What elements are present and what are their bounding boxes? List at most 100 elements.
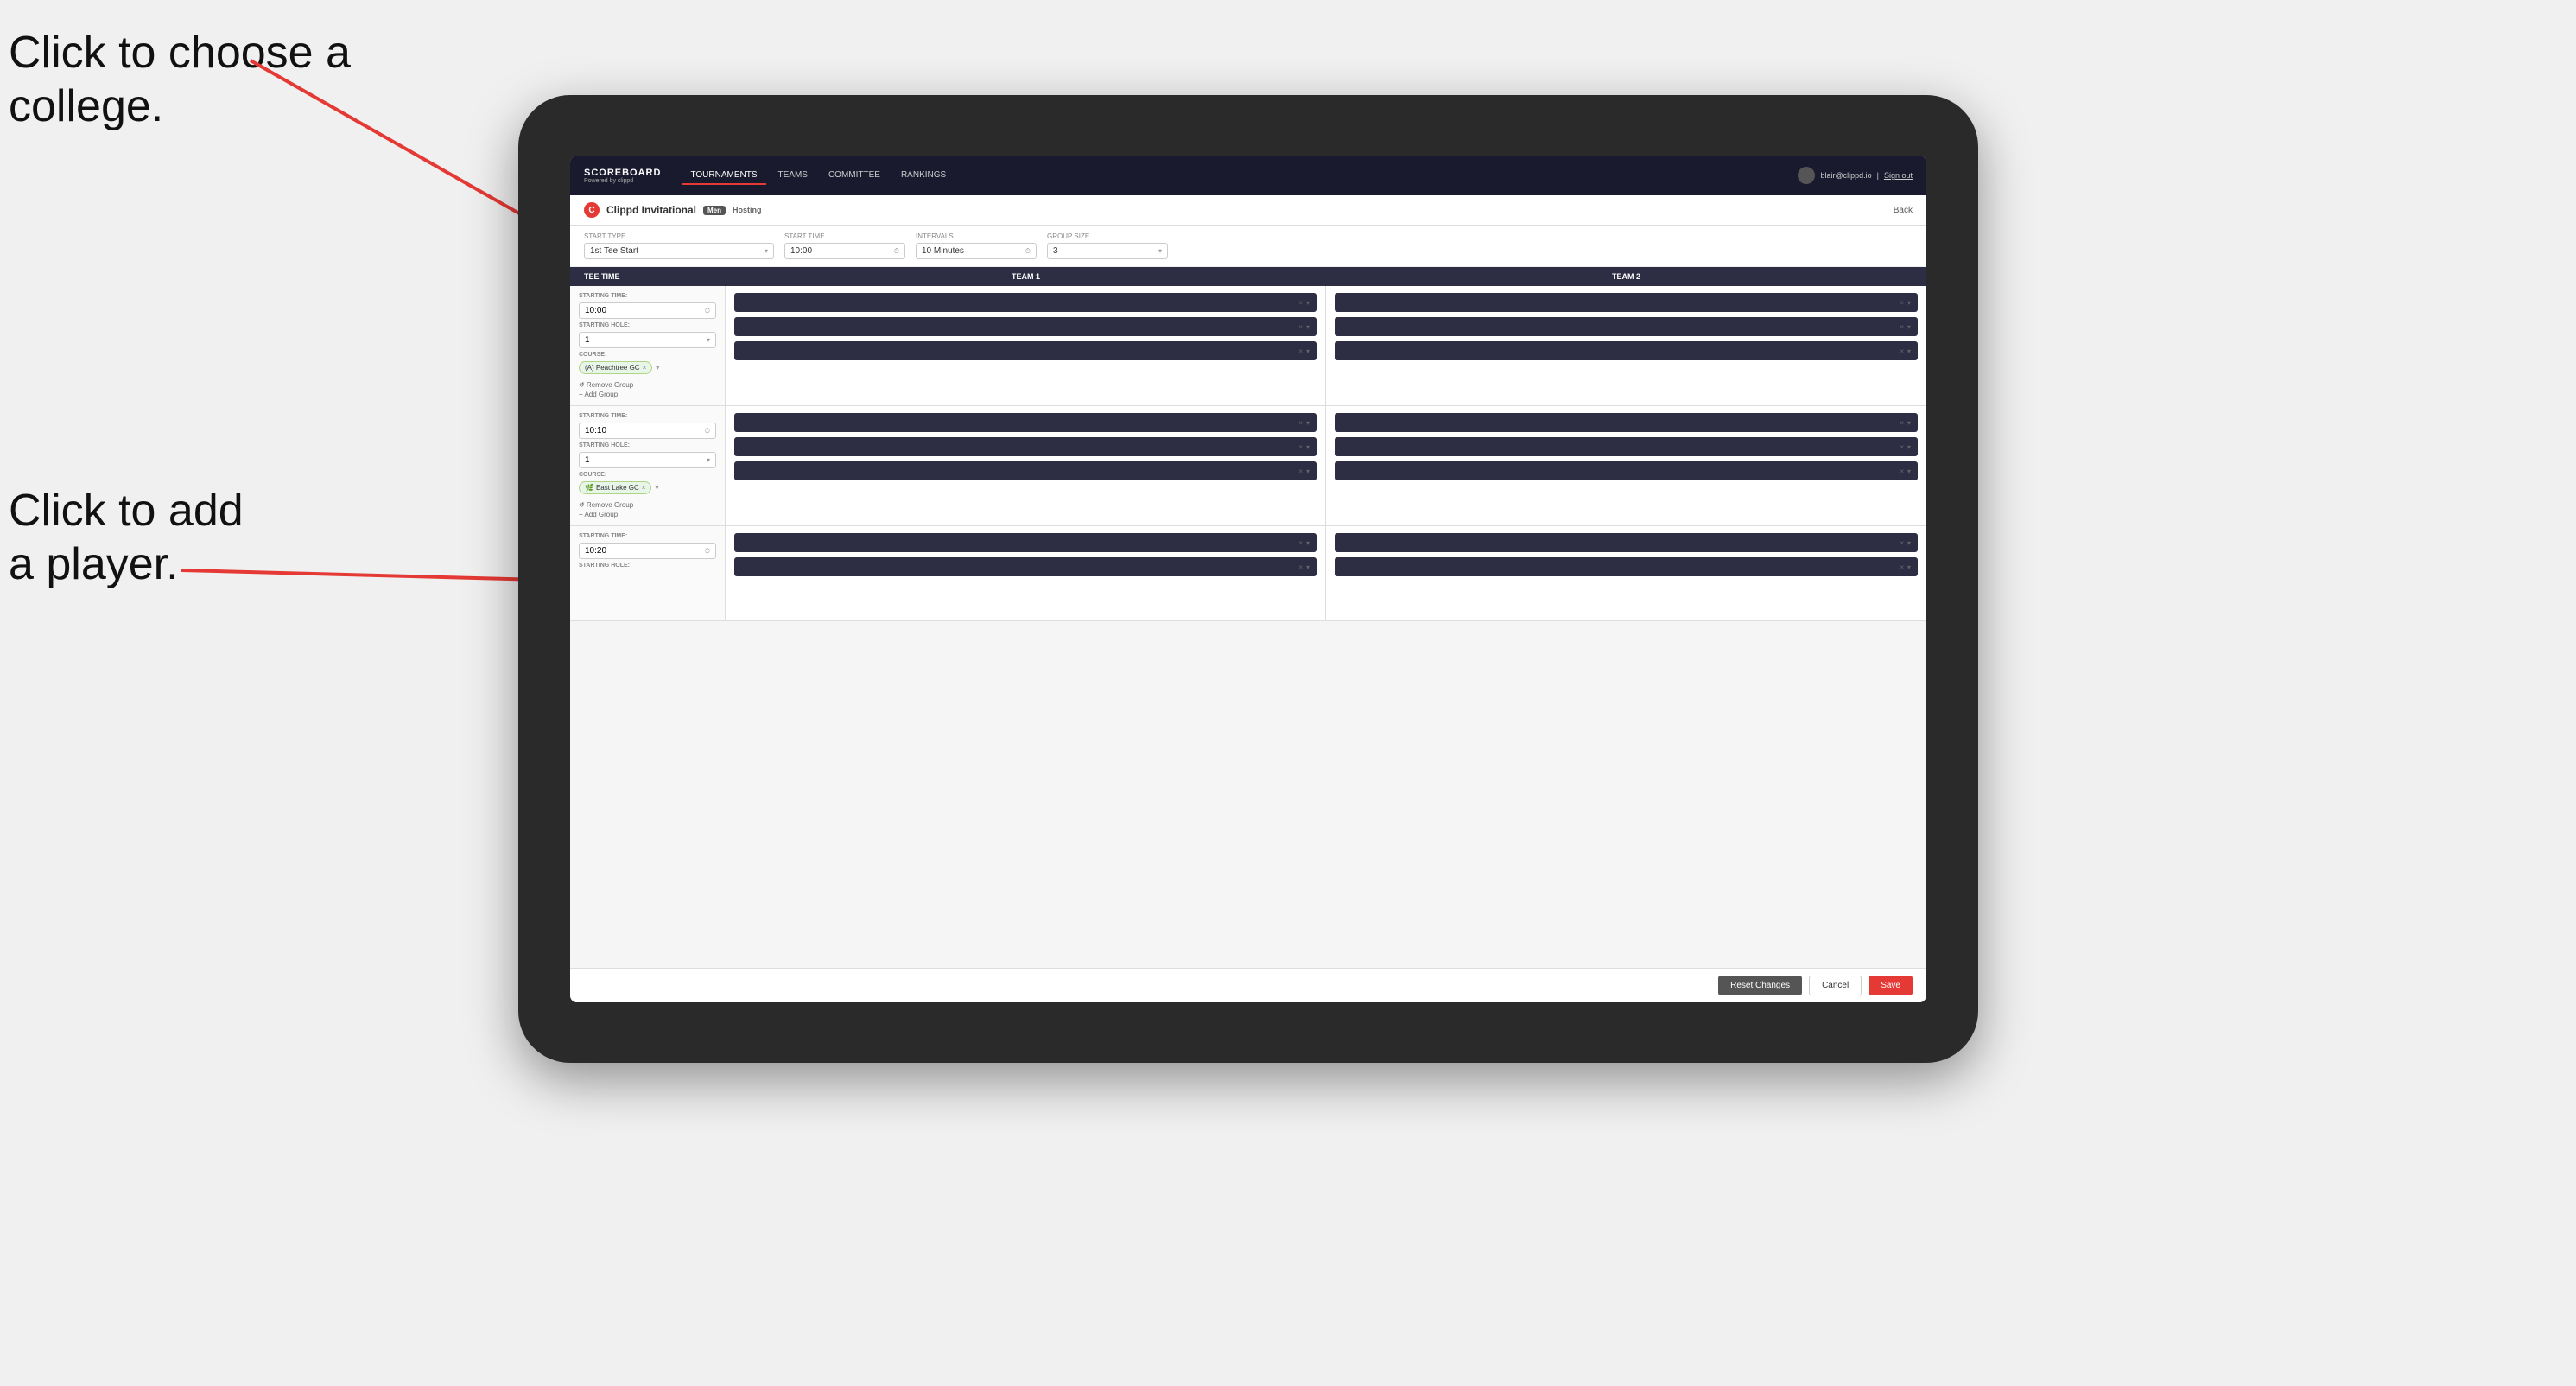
group-2-course-remove[interactable]: ×	[642, 484, 646, 492]
player-edit-icon[interactable]: ▾	[1306, 467, 1310, 475]
footer-bar: Reset Changes Cancel Save	[570, 968, 1926, 1002]
th-team2: Team 2	[1326, 272, 1926, 281]
player-edit-icon[interactable]: ▾	[1907, 443, 1911, 451]
table-header: Tee Time Team 1 Team 2	[570, 267, 1926, 286]
tab-tournaments[interactable]: TOURNAMENTS	[682, 167, 765, 185]
back-button[interactable]: Back	[1894, 206, 1913, 215]
player-edit-icon[interactable]: ▾	[1907, 539, 1911, 547]
player-edit-icon[interactable]: ▾	[1907, 467, 1911, 475]
player-x-icon[interactable]: ×	[1900, 539, 1904, 547]
list-item[interactable]: × ▾	[734, 413, 1317, 432]
intervals-select[interactable]: 10 Minutes ⏱	[916, 243, 1037, 259]
group-1-course-chevron: ▾	[656, 364, 659, 372]
list-item[interactable]: × ▾	[734, 437, 1317, 456]
list-item[interactable]: × ▾	[1335, 437, 1918, 456]
group-2-left: STARTING TIME: 10:10 ⏱ STARTING HOLE: 1 …	[570, 406, 726, 525]
player-x-icon[interactable]: ×	[1900, 323, 1904, 331]
group-1-time-input[interactable]: 10:00 ⏱	[579, 302, 716, 319]
player-x-icon[interactable]: ×	[1298, 467, 1303, 475]
start-time-value: 10:00	[790, 246, 812, 256]
group-2-time-input[interactable]: 10:10 ⏱	[579, 423, 716, 439]
group-1-remove[interactable]: ↺ Remove Group	[579, 381, 716, 389]
list-item[interactable]: × ▾	[1335, 461, 1918, 480]
main-content: STARTING TIME: 10:00 ⏱ STARTING HOLE: 1 …	[570, 286, 1926, 968]
settings-row: Start Type 1st Tee Start Start Time 10:0…	[570, 226, 1926, 267]
list-item[interactable]: × ▾	[1335, 533, 1918, 552]
group-size-select[interactable]: 3	[1047, 243, 1168, 259]
player-x-icon[interactable]: ×	[1298, 299, 1303, 307]
player-edit-icon[interactable]: ▾	[1907, 563, 1911, 571]
group-2-remove[interactable]: ↺ Remove Group	[579, 501, 716, 509]
annotation-add-player: Click to add a player.	[9, 484, 244, 592]
list-item[interactable]: × ▾	[1335, 293, 1918, 312]
group-size-group: Group Size 3	[1047, 232, 1168, 259]
list-item[interactable]: × ▾	[734, 293, 1317, 312]
list-item[interactable]: × ▾	[734, 317, 1317, 336]
clock-icon-2: ⏱	[705, 427, 710, 436]
sign-out-link[interactable]: Sign out	[1884, 171, 1913, 180]
list-item[interactable]: × ▾	[1335, 557, 1918, 576]
start-type-select[interactable]: 1st Tee Start	[584, 243, 774, 259]
list-item[interactable]: × ▾	[1335, 317, 1918, 336]
clock-icon: ⏱	[705, 307, 710, 315]
group-1-course-remove[interactable]: ×	[643, 364, 647, 372]
list-item[interactable]: × ▾	[1335, 413, 1918, 432]
player-x-icon[interactable]: ×	[1298, 347, 1303, 355]
player-x-icon[interactable]: ×	[1298, 539, 1303, 547]
list-item[interactable]: × ▾	[1335, 341, 1918, 360]
group-1-hole-label: STARTING HOLE:	[579, 322, 716, 328]
tab-teams[interactable]: TEAMS	[770, 167, 816, 185]
group-1-course-tag[interactable]: (A) Peachtree GC ×	[579, 361, 652, 374]
player-x-icon[interactable]: ×	[1298, 563, 1303, 571]
group-2-course-tag[interactable]: 🌿 East Lake GC ×	[579, 481, 651, 494]
annotation-choose-college: Click to choose a college.	[9, 26, 351, 134]
player-edit-icon[interactable]: ▾	[1306, 347, 1310, 355]
group-2-actions: ↺ Remove Group + Add Group	[579, 501, 716, 518]
player-edit-icon[interactable]: ▾	[1306, 323, 1310, 331]
player-x-icon[interactable]: ×	[1298, 323, 1303, 331]
player-edit-icon[interactable]: ▾	[1907, 347, 1911, 355]
player-edit-icon[interactable]: ▾	[1907, 299, 1911, 307]
player-x-icon[interactable]: ×	[1900, 347, 1904, 355]
player-x-icon[interactable]: ×	[1900, 563, 1904, 571]
player-edit-icon[interactable]: ▾	[1907, 419, 1911, 427]
player-x-icon[interactable]: ×	[1900, 467, 1904, 475]
group-3-time-input[interactable]: 10:20 ⏱	[579, 543, 716, 559]
group-size-value: 3	[1053, 246, 1058, 256]
player-edit-icon[interactable]: ▾	[1907, 323, 1911, 331]
group-2-team1: × ▾ × ▾ ×	[726, 406, 1326, 525]
th-tee-time: Tee Time	[570, 272, 726, 281]
player-edit-icon[interactable]: ▾	[1306, 539, 1310, 547]
list-item[interactable]: × ▾	[734, 557, 1317, 576]
tab-rankings[interactable]: RANKINGS	[892, 167, 955, 185]
cancel-button[interactable]: Cancel	[1809, 976, 1862, 995]
group-1-course-name: (A) Peachtree GC	[585, 364, 640, 372]
group-1-hole-input[interactable]: 1	[579, 332, 716, 348]
player-edit-icon[interactable]: ▾	[1306, 443, 1310, 451]
player-edit-icon[interactable]: ▾	[1306, 563, 1310, 571]
player-x-icon[interactable]: ×	[1298, 419, 1303, 427]
start-type-value: 1st Tee Start	[590, 246, 638, 256]
start-time-icon: ⏱	[894, 247, 899, 256]
tab-committee[interactable]: COMMITTEE	[820, 167, 889, 185]
player-x-icon[interactable]: ×	[1900, 299, 1904, 307]
group-1-course-label: COURSE:	[579, 352, 716, 358]
avatar	[1798, 167, 1815, 184]
player-x-icon[interactable]: ×	[1900, 419, 1904, 427]
list-item[interactable]: × ▾	[734, 341, 1317, 360]
player-edit-icon[interactable]: ▾	[1306, 419, 1310, 427]
table-row: STARTING TIME: 10:00 ⏱ STARTING HOLE: 1 …	[570, 286, 1926, 406]
group-1-add[interactable]: + Add Group	[579, 391, 716, 398]
save-button[interactable]: Save	[1869, 976, 1913, 995]
group-2-hole-input[interactable]: 1	[579, 452, 716, 468]
reset-button[interactable]: Reset Changes	[1718, 976, 1802, 995]
group-2-course-chevron: ▾	[655, 484, 658, 492]
player-x-icon[interactable]: ×	[1900, 443, 1904, 451]
list-item[interactable]: × ▾	[734, 533, 1317, 552]
group-2-add[interactable]: + Add Group	[579, 511, 716, 518]
start-time-select[interactable]: 10:00 ⏱	[784, 243, 905, 259]
list-item[interactable]: × ▾	[734, 461, 1317, 480]
player-edit-icon[interactable]: ▾	[1306, 299, 1310, 307]
th-team1: Team 1	[726, 272, 1326, 281]
player-x-icon[interactable]: ×	[1298, 443, 1303, 451]
